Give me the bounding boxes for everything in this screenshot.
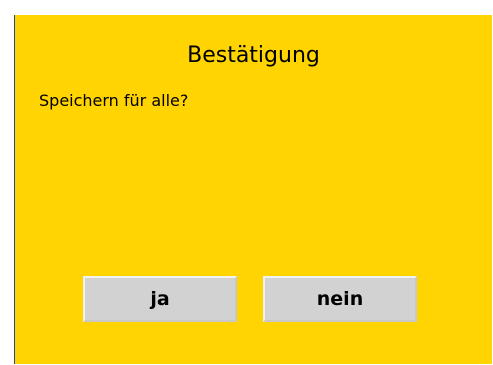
dialog-title: Bestätigung	[187, 43, 320, 68]
dialog-message: Speichern für alle?	[39, 91, 189, 110]
yes-button-label: ja	[150, 288, 170, 310]
yes-button[interactable]: ja	[83, 276, 237, 322]
no-button[interactable]: nein	[263, 276, 417, 322]
confirmation-dialog: Bestätigung Speichern für alle? ja nein	[14, 15, 492, 364]
no-button-label: nein	[316, 288, 364, 310]
screen: Bestätigung Speichern für alle? ja nein	[0, 0, 493, 365]
